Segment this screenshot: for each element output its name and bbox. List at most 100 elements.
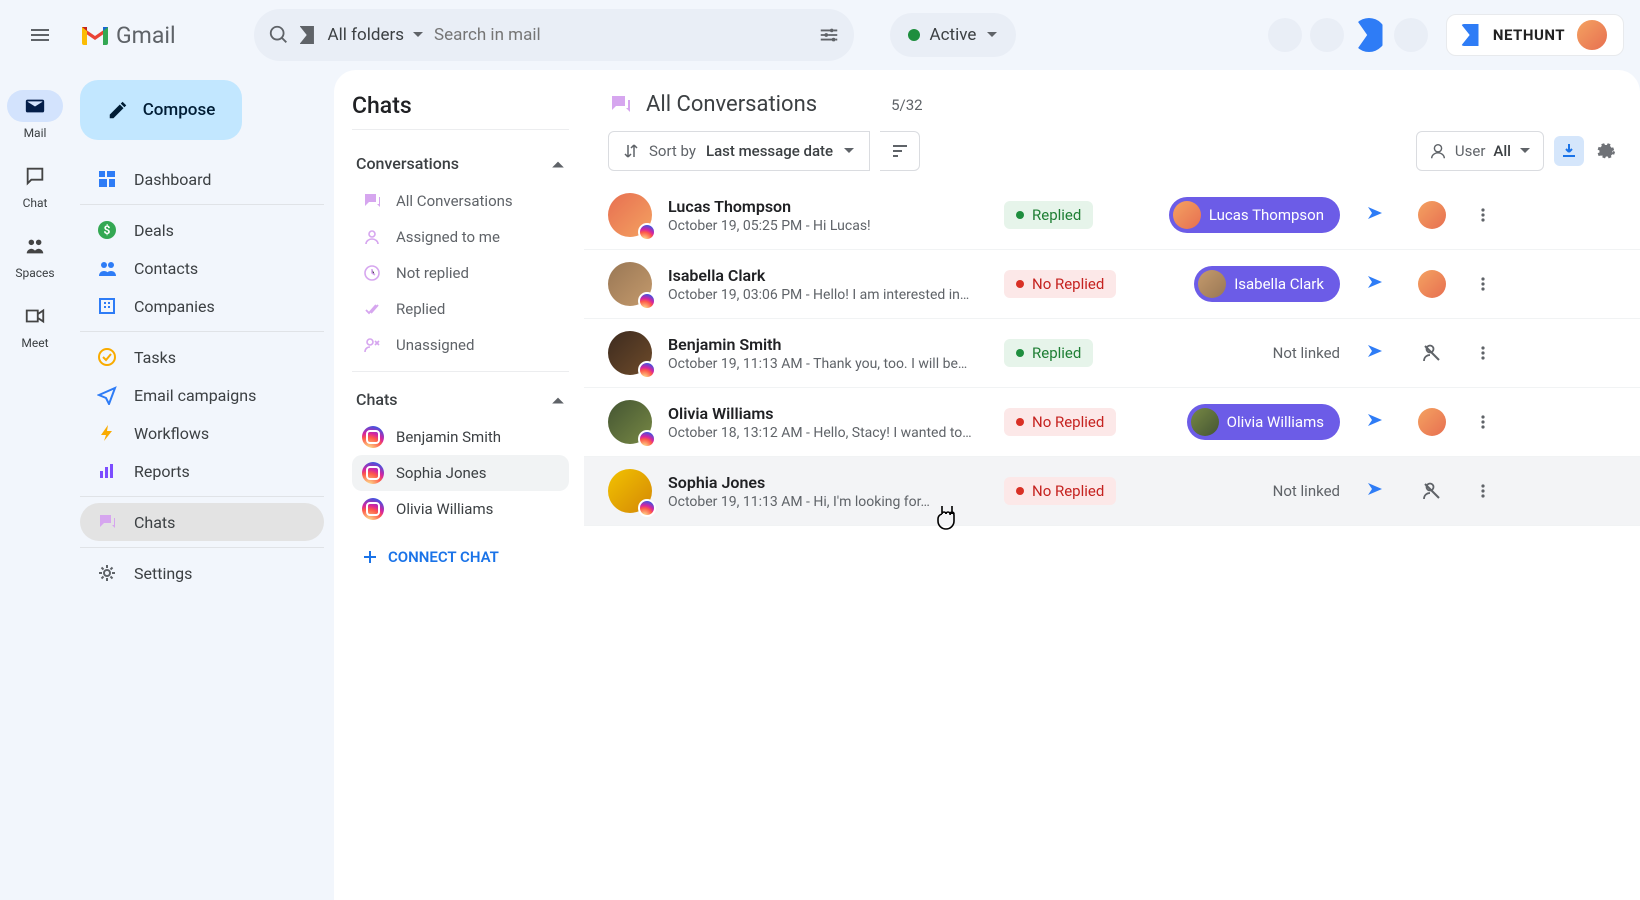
row-more-button[interactable]: [1468, 206, 1498, 224]
nav-item-chats[interactable]: Chats: [80, 503, 324, 541]
tune-icon[interactable]: [818, 24, 840, 46]
conversation-row[interactable]: Benjamin Smith October 19, 11:13 AM - Th…: [584, 319, 1640, 388]
chevron-down-icon: [986, 29, 998, 41]
all-icon: [362, 191, 382, 211]
row-more-button[interactable]: [1468, 482, 1498, 500]
nav-item-settings[interactable]: Settings: [80, 554, 324, 592]
filter-unassigned[interactable]: Unassigned: [352, 327, 569, 363]
link-pill[interactable]: Lucas Thompson: [1169, 197, 1340, 233]
rail-spaces[interactable]: Spaces: [7, 230, 63, 280]
spaces-icon: [24, 235, 46, 257]
instagram-badge-icon: [638, 361, 656, 379]
message-preview: October 19, 05:25 PM - Hi Lucas!: [668, 218, 988, 234]
nav-item-dashboard[interactable]: Dashboard: [80, 160, 324, 198]
conversations-icon: [608, 93, 632, 117]
download-button[interactable]: [1554, 136, 1584, 166]
assignee-cell: [1412, 201, 1452, 229]
nav-item-campaigns[interactable]: Email campaigns: [80, 376, 324, 414]
link-pill[interactable]: Olivia Williams: [1187, 404, 1340, 440]
source-icon[interactable]: [1356, 480, 1396, 502]
nethunt-label: NETHUNT: [1493, 26, 1565, 44]
header-app-icon[interactable]: [1352, 18, 1386, 52]
user-avatar[interactable]: [1575, 18, 1609, 52]
status-pill: Replied: [1004, 339, 1093, 367]
row-more-button[interactable]: [1468, 275, 1498, 293]
source-icon[interactable]: [1356, 342, 1396, 364]
unassigned-icon[interactable]: [1421, 480, 1443, 502]
chat-olivia[interactable]: Olivia Williams: [352, 491, 569, 527]
contact-name: Olivia Williams: [668, 404, 988, 423]
row-more-button[interactable]: [1468, 413, 1498, 431]
rail-chat[interactable]: Chat: [7, 160, 63, 210]
nav-item-companies[interactable]: Companies: [80, 287, 324, 325]
contact-name: Lucas Thompson: [668, 197, 988, 216]
nav-label: Reports: [134, 462, 190, 481]
source-icon[interactable]: [1356, 273, 1396, 295]
nav-sidebar: Compose Dashboard $Deals Contacts Companies…: [70, 70, 334, 900]
search-input[interactable]: [434, 25, 808, 45]
assignee-avatar[interactable]: [1418, 270, 1446, 298]
nav-item-contacts[interactable]: Contacts: [80, 249, 324, 287]
compose-button[interactable]: Compose: [80, 80, 242, 140]
source-icon[interactable]: [1356, 204, 1396, 226]
svg-text:$: $: [104, 223, 111, 237]
sort-direction-button[interactable]: [880, 131, 920, 171]
filter-notreplied[interactable]: Not replied: [352, 255, 569, 291]
chat-benjamin[interactable]: Benjamin Smith: [352, 419, 569, 455]
chat-label: Benjamin Smith: [396, 428, 501, 446]
assignee-avatar[interactable]: [1418, 408, 1446, 436]
instagram-badge-icon: [638, 499, 656, 517]
gmail-icon: [80, 23, 110, 47]
rail-meet[interactable]: Meet: [7, 300, 63, 350]
link-avatar: [1191, 408, 1219, 436]
chevron-down-icon: [1519, 145, 1531, 157]
link-avatar: [1173, 201, 1201, 229]
search-bar[interactable]: All folders: [254, 9, 854, 61]
folder-selector[interactable]: All folders: [328, 25, 424, 45]
conversation-row[interactable]: Olivia Williams October 18, 13:12 AM - H…: [584, 388, 1640, 457]
connect-label: CONNECT CHAT: [388, 548, 499, 566]
conversation-count: 5/32: [891, 96, 922, 114]
conversation-row[interactable]: Lucas Thompson October 19, 05:25 PM - Hi…: [584, 181, 1640, 250]
rail-mail[interactable]: Mail: [7, 90, 63, 140]
sort-prefix: Sort by: [649, 142, 696, 160]
instagram-badge-icon: [638, 430, 656, 448]
header-app-icon[interactable]: [1310, 18, 1344, 52]
nav-item-tasks[interactable]: Tasks: [80, 338, 324, 376]
connect-chat-button[interactable]: CONNECT CHAT: [352, 537, 569, 577]
conversation-row[interactable]: Isabella Clark October 19, 03:06 PM - He…: [584, 250, 1640, 319]
download-icon: [1560, 142, 1578, 160]
source-icon[interactable]: [1356, 411, 1396, 433]
conversation-row[interactable]: Sophia Jones October 19, 11:13 AM - Hi, …: [584, 457, 1640, 526]
section-conversations[interactable]: Conversations: [352, 144, 569, 183]
presence-status[interactable]: Active: [890, 13, 1017, 57]
filter-assigned[interactable]: Assigned to me: [352, 219, 569, 255]
content-header: All Conversations 5/32 Sort by Last mess…: [584, 70, 1640, 181]
filter-all[interactable]: All Conversations: [352, 183, 569, 219]
search-icon: [268, 24, 290, 46]
user-filter[interactable]: User All: [1416, 131, 1544, 171]
chat-label: Sophia Jones: [396, 464, 486, 482]
link-pill[interactable]: Isabella Clark: [1194, 266, 1340, 302]
gmail-logo[interactable]: Gmail: [80, 22, 176, 49]
nav-label: Contacts: [134, 259, 198, 278]
filter-replied[interactable]: Replied: [352, 291, 569, 327]
contact-name: Sophia Jones: [668, 473, 988, 492]
nav-item-workflows[interactable]: Workflows: [80, 414, 324, 452]
settings-button[interactable]: [1594, 140, 1616, 162]
assignee-avatar[interactable]: [1418, 201, 1446, 229]
nav-item-reports[interactable]: Reports: [80, 452, 324, 490]
header-app-icon[interactable]: [1268, 18, 1302, 52]
nav-item-deals[interactable]: $Deals: [80, 211, 324, 249]
sort-selector[interactable]: Sort by Last message date: [608, 131, 870, 171]
nethunt-badge[interactable]: NETHUNT: [1446, 14, 1624, 56]
unassigned-icon[interactable]: [1421, 342, 1443, 364]
section-chats[interactable]: Chats: [352, 380, 569, 419]
hamburger-menu[interactable]: [16, 11, 64, 59]
folder-label: All folders: [328, 25, 404, 45]
chat-sophia[interactable]: Sophia Jones: [352, 455, 569, 491]
row-more-button[interactable]: [1468, 344, 1498, 362]
filter-label: Replied: [396, 300, 445, 318]
header-app-icon[interactable]: [1394, 18, 1428, 52]
nav-label: Email campaigns: [134, 386, 256, 405]
